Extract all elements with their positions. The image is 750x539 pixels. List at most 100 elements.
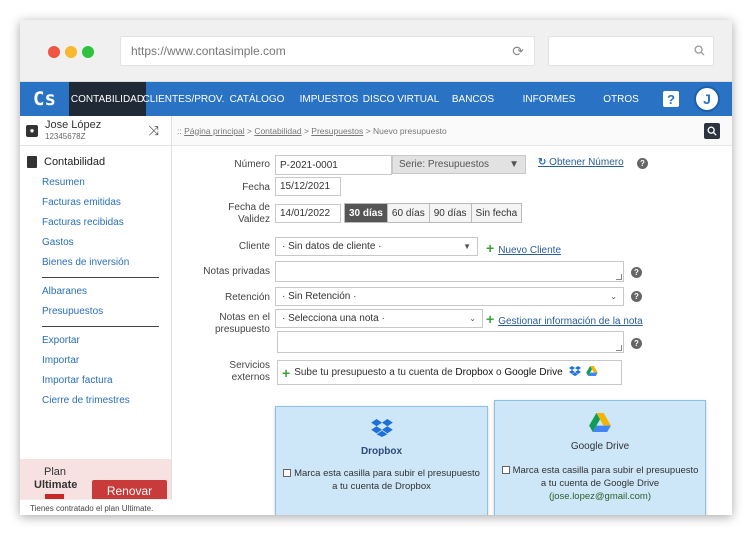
breadcrumb-contabilidad[interactable]: Contabilidad <box>254 126 301 136</box>
validez-sin-fecha-button[interactable]: Sin fecha <box>471 204 522 222</box>
fecha-input[interactable]: 15/12/2021 <box>275 177 341 196</box>
nav-disco-virtual[interactable]: DISCO VIRTUAL <box>363 82 440 116</box>
servicios-text: Sube tu presupuesto a tu cuenta de <box>294 367 453 378</box>
browser-search-box[interactable] <box>548 36 714 66</box>
nav-otros[interactable]: OTROS <box>589 82 653 116</box>
contasimple-logo[interactable]: Cs <box>20 82 69 116</box>
chevron-down-icon: ⌄ <box>610 292 617 301</box>
search-icon[interactable] <box>704 123 720 139</box>
sidebar-item-resumen[interactable]: Resumen <box>20 173 171 193</box>
browser-chrome: https://www.contasimple.com ⟳ <box>20 20 732 82</box>
sidebar-item-importar-factura[interactable]: Importar factura <box>20 371 171 391</box>
gestionar-nota-link[interactable]: + Gestionar información de la nota <box>486 311 643 327</box>
validez-30-button[interactable]: 30 días <box>345 204 388 222</box>
address-bar[interactable]: https://www.contasimple.com ⟳ <box>120 36 535 66</box>
user-box[interactable]: ● Jose López 12345678Z ⤨ <box>20 116 171 146</box>
resize-handle[interactable] <box>616 274 622 280</box>
numero-label: Número <box>234 159 270 170</box>
sidebar-item-importar[interactable]: Importar <box>20 351 171 371</box>
nav-informes[interactable]: INFORMES <box>509 82 589 116</box>
close-window-button[interactable] <box>48 46 60 58</box>
user-name: Jose López <box>45 118 102 131</box>
google-drive-checkbox[interactable] <box>501 466 510 475</box>
sidebar-item-bienes-inversion[interactable]: Bienes de inversión <box>20 253 171 273</box>
sidebar-item-gastos[interactable]: Gastos <box>20 233 171 253</box>
gestionar-nota-text: Gestionar información de la nota <box>498 316 643 327</box>
section-title-text: Contabilidad <box>44 156 106 168</box>
plan-label: Plan Ultimate <box>34 466 77 492</box>
servicios-externos-box: + Sube tu presupuesto a tu cuenta de Dro… <box>277 360 622 385</box>
servicios-o: o <box>496 367 502 378</box>
nav-bancos[interactable]: BANCOS <box>437 82 509 116</box>
breadcrumb-presupuestos[interactable]: Presupuestos <box>311 126 363 136</box>
servicios-label: Servicios externos <box>229 360 270 383</box>
cliente-select[interactable]: · Sin datos de cliente · ▼ <box>275 237 478 256</box>
validez-label: Fecha de Validez <box>228 202 270 225</box>
numero-input[interactable]: P-2021-0001 <box>275 155 392 175</box>
user-nif: 12345678Z <box>45 131 86 141</box>
breadcrumb-sep: > <box>365 125 371 136</box>
plan-footer: Tienes contratado el plan Ultimate. <box>20 499 172 515</box>
plus-icon: + <box>486 311 495 327</box>
plus-icon: + <box>486 240 495 256</box>
nota-select-value: · Selecciona una nota · <box>282 313 385 324</box>
breadcrumb-current: Nuevo presupuesto <box>373 125 447 136</box>
nav-catalogo[interactable]: CATÁLOGO <box>221 82 293 116</box>
help-icon[interactable]: ? <box>631 338 642 349</box>
sidebar-section-title: Contabilidad <box>20 146 171 168</box>
nav-clientes[interactable]: CLIENTES/PROV. <box>143 82 225 116</box>
dropbox-icon <box>568 366 581 379</box>
maximize-window-button[interactable] <box>82 46 94 58</box>
breadcrumb-home[interactable]: Página principal <box>184 126 244 136</box>
help-icon: ? <box>663 91 679 107</box>
google-drive-icon <box>586 366 598 379</box>
resize-handle[interactable] <box>616 345 622 351</box>
search-icon <box>694 44 705 59</box>
sidebar-item-exportar[interactable]: Exportar <box>20 331 171 351</box>
dropbox-card[interactable]: Dropbox Marca esta casilla para subir el… <box>275 406 488 515</box>
help-icon[interactable]: ? <box>631 267 642 278</box>
validez-options: 30 días 60 días 90 días Sin fecha <box>344 203 523 223</box>
notas-privadas-label: Notas privadas <box>203 266 270 277</box>
notas-privadas-input[interactable] <box>275 261 624 282</box>
reload-icon[interactable]: ⟳ <box>512 43 524 60</box>
retencion-select[interactable]: · Sin Retención · ⌄ <box>275 287 624 306</box>
google-drive-card-title: Google Drive <box>570 441 630 452</box>
nav-user-menu[interactable]: J <box>689 82 725 116</box>
sidebar-divider <box>42 277 159 278</box>
validez-input[interactable]: 14/01/2022 <box>275 204 341 223</box>
nav-help[interactable]: ? <box>653 82 689 116</box>
validez-90-button[interactable]: 90 días <box>429 204 472 222</box>
google-drive-card[interactable]: Google Drive Marca esta casilla para sub… <box>494 400 706 515</box>
chevron-down-icon: ⌄ <box>469 314 476 323</box>
google-drive-card-text: Marca esta casilla para subir el presupu… <box>495 464 705 503</box>
cliente-label: Cliente <box>238 241 270 252</box>
sidebar-item-presupuestos[interactable]: Presupuestos <box>20 302 171 322</box>
main-content: :: Página principal > Contabilidad > Pre… <box>172 116 732 515</box>
help-icon[interactable]: ? <box>631 291 642 302</box>
nav-impuestos[interactable]: IMPUESTOS <box>293 82 365 116</box>
obtener-numero-link[interactable]: ↻ Obtener Número <box>538 157 624 168</box>
sidebar-item-facturas-emitidas[interactable]: Facturas emitidas <box>20 193 171 213</box>
serie-select[interactable]: Serie: Presupuestos ▼ <box>392 155 526 174</box>
nuevo-cliente-link[interactable]: + Nuevo Cliente <box>486 240 561 256</box>
dropbox-card-text-value: Marca esta casilla para subir el presupu… <box>294 468 480 492</box>
chevron-down-icon: ▼ <box>463 242 471 251</box>
sidebar-item-facturas-recibidas[interactable]: Facturas recibidas <box>20 213 171 233</box>
switch-account-icon[interactable]: ⤨ <box>149 123 159 139</box>
sidebar-item-cierre-trimestres[interactable]: Cierre de trimestres <box>20 391 171 411</box>
nuevo-cliente-text: Nuevo Cliente <box>498 245 561 256</box>
breadcrumb-sep: > <box>246 125 252 136</box>
nota-textarea[interactable] <box>277 331 624 353</box>
minimize-window-button[interactable] <box>65 46 77 58</box>
sidebar: ● Jose López 12345678Z ⤨ Contabilidad Re… <box>20 116 172 515</box>
dropbox-checkbox[interactable] <box>283 469 292 478</box>
validez-60-button[interactable]: 60 días <box>387 204 430 222</box>
retencion-value: · Sin Retención · <box>282 291 357 302</box>
sidebar-item-albaranes[interactable]: Albaranes <box>20 282 171 302</box>
help-icon[interactable]: ? <box>637 158 648 169</box>
nav-contabilidad[interactable]: CONTABILIDAD <box>69 82 146 116</box>
dropbox-card-text: Marca esta casilla para subir el presupu… <box>276 467 487 493</box>
google-drive-card-text-value: Marca esta casilla para subir el presupu… <box>512 465 699 489</box>
nota-select[interactable]: · Selecciona una nota · ⌄ <box>275 309 483 328</box>
